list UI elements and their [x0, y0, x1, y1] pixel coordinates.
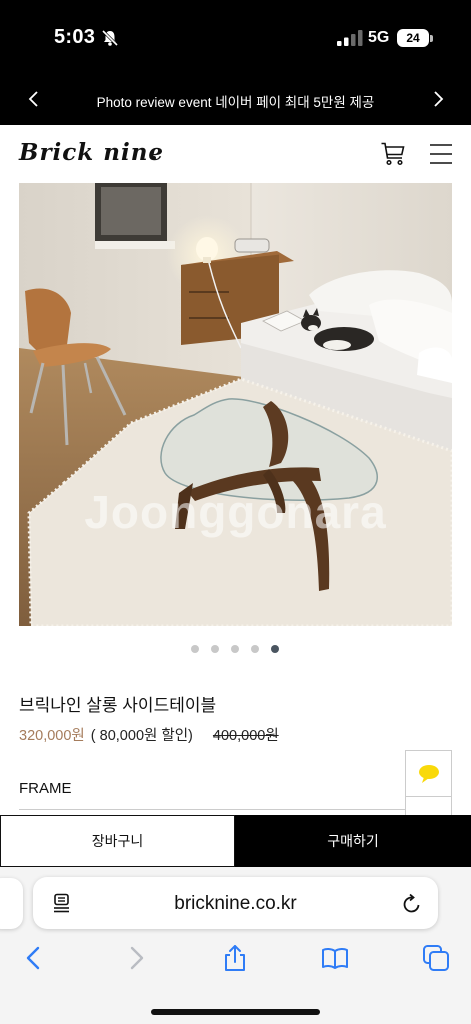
battery-icon: 24 [397, 29, 429, 47]
discount-amount: ( 80,000원 할인) [90, 728, 193, 744]
carousel-dot-active[interactable] [271, 645, 279, 653]
home-indicator [151, 1009, 320, 1015]
carousel-dot[interactable] [251, 645, 259, 653]
carousel-dot[interactable] [231, 645, 239, 653]
add-to-cart-button[interactable]: 장바구니 [0, 815, 235, 867]
hamburger-menu-icon[interactable] [429, 142, 453, 166]
tabs-icon[interactable] [422, 944, 450, 972]
carousel-dot[interactable] [191, 645, 199, 653]
carousel-dot[interactable] [211, 645, 219, 653]
promo-banner: Photo review event 네이버 페이 최대 5만원 제공 [0, 75, 471, 125]
promo-text[interactable]: Photo review event 네이버 페이 최대 5만원 제공 [60, 91, 411, 111]
original-price: 400,000원 [212, 728, 279, 744]
logo-dot [152, 156, 156, 160]
chevron-left-icon[interactable] [24, 89, 44, 109]
product-title: 브릭나인 살롱 사이드테이블 [19, 696, 217, 715]
sale-price: 320,000원 [19, 728, 85, 744]
forward-icon[interactable] [122, 944, 150, 972]
network-label: 5G [368, 29, 390, 46]
product-image[interactable]: Joonggonara [19, 183, 452, 626]
signal-icon [337, 30, 363, 46]
option-label: FRAME [19, 780, 72, 797]
chat-button[interactable] [405, 750, 452, 797]
site-header: Brick nine [0, 125, 471, 183]
chevron-right-icon[interactable] [428, 89, 448, 109]
buy-now-button[interactable]: 구매하기 [235, 815, 471, 867]
bell-slash-icon [101, 29, 119, 47]
battery-tip [430, 35, 433, 42]
room-photo-illustration [19, 183, 452, 626]
status-bar: 5:03 5G 24 [0, 0, 471, 75]
page-menu-icon[interactable] [52, 893, 72, 913]
status-time: 5:03 [54, 26, 96, 48]
option-select-border[interactable] [19, 809, 405, 810]
bookmarks-icon[interactable] [321, 944, 349, 972]
reload-icon[interactable] [401, 893, 423, 915]
back-icon[interactable] [20, 944, 48, 972]
url-text[interactable]: bricknine.co.kr [100, 893, 371, 915]
cart-icon[interactable] [380, 141, 406, 167]
carousel-dots [191, 645, 283, 654]
previous-tab-card[interactable] [0, 878, 23, 929]
price-row: 320,000원 ( 80,000원 할인) 400,000원 [19, 724, 279, 745]
chat-bubble-icon [419, 765, 439, 783]
watermark-text: Joonggonara [84, 486, 387, 538]
brand-logo[interactable]: Brick nine [19, 139, 164, 166]
share-icon[interactable] [221, 944, 249, 972]
